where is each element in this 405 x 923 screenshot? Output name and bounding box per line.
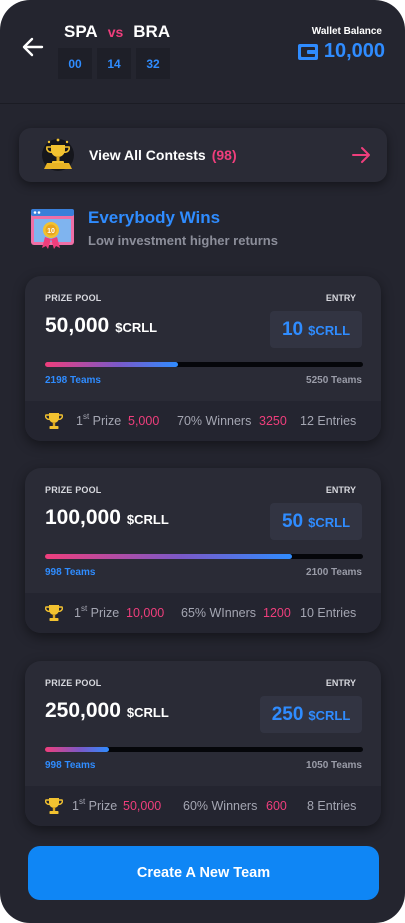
first-prize-amount: 50,000 <box>123 799 162 813</box>
team-a-name: SPA <box>64 22 98 41</box>
entry-label: ENTRY <box>325 485 356 495</box>
prize-pool-label: PRIZE POOL <box>45 678 102 688</box>
teams-joined: 998 Teams <box>45 760 96 771</box>
match-header: SPA vs BRA 00 14 32 Wallet Balance 10,00… <box>0 0 405 104</box>
first-prize-amount: 10,000 <box>126 606 165 620</box>
entry-fee-currency: $CRLL <box>308 323 351 338</box>
trophy-icon <box>45 798 63 814</box>
contest-card[interactable]: PRIZE POOL ENTRY 250,000 $CRLL 250 $CRLL… <box>25 661 381 826</box>
winners-count: 1200 <box>263 606 291 620</box>
teams-joined: 998 Teams <box>45 567 96 578</box>
entry-fee-amount: 50 <box>281 511 304 532</box>
everybody-wins-icon: 10 <box>31 209 74 249</box>
entry-label: ENTRY <box>325 678 356 688</box>
arrow-right-icon <box>352 147 370 163</box>
winners-count: 600 <box>266 799 287 813</box>
contest-footer: 1st Prize 5,000 70% Winners 3250 12 Entr… <box>25 401 381 441</box>
winners-percent: 70% Winners <box>177 414 252 428</box>
contest-footer: 1st Prize 50,000 60% Winners 600 8 Entri… <box>25 786 381 826</box>
teams-total: 1050 Teams <box>306 760 362 771</box>
entries-count: 12 Entries <box>300 414 357 428</box>
teams-total: 2100 Teams <box>306 567 362 578</box>
entry-label: ENTRY <box>325 293 356 303</box>
first-prize-label: 1st Prize <box>72 797 118 813</box>
teams-progress-fill <box>45 747 109 752</box>
wallet-balance[interactable]: 10,000 <box>297 40 385 63</box>
winners-percent: 65% WInners <box>181 606 257 620</box>
teams-progress-bar <box>45 362 363 367</box>
view-all-contests-text: View All Contests <box>89 147 206 163</box>
view-all-contests-label: View All Contests (98) <box>89 147 237 163</box>
svg-text:10: 10 <box>47 228 55 235</box>
timer-hours: 00 <box>58 48 92 79</box>
section-subtitle: Low investment higher returns <box>88 233 278 248</box>
prize-pool-amount: 250,000 <box>45 699 121 722</box>
entry-fee-button[interactable]: 10 $CRLL <box>270 311 362 348</box>
teams-progress-bar <box>45 554 363 559</box>
winners-count: 3250 <box>259 414 287 428</box>
prize-pool-amount: 50,000 <box>45 314 110 337</box>
first-prize-label: 1st Prize <box>76 412 122 428</box>
team-b-name: BRA <box>133 22 171 41</box>
entry-fee-currency: $CRLL <box>308 708 351 723</box>
entry-fee-amount: 10 <box>281 319 304 340</box>
prize-pool-value: 100,000 $CRLL <box>45 506 169 530</box>
prize-pool-currency: $CRLL <box>126 512 169 527</box>
teams-progress-bar <box>45 747 363 752</box>
entries-count: 10 Entries <box>300 606 357 620</box>
trophy-icon <box>45 413 63 429</box>
teams-progress-fill <box>45 554 292 559</box>
wallet-balance-label: Wallet Balance <box>311 26 382 37</box>
first-prize-label: 1st Prize <box>74 604 120 620</box>
view-all-contests-button[interactable]: View All Contests (98) <box>19 128 387 182</box>
contest-footer: 1st Prize 10,000 65% WInners 1200 10 Ent… <box>25 593 381 633</box>
entry-fee-button[interactable]: 250 $CRLL <box>260 696 362 733</box>
prize-pool-value: 250,000 $CRLL <box>45 699 169 723</box>
entry-fee-currency: $CRLL <box>308 515 351 530</box>
prize-pool-amount: 100,000 <box>45 506 121 529</box>
timer-minutes: 14 <box>97 48 131 79</box>
teams-progress-fill <box>45 362 179 367</box>
prize-pool-value: 50,000 $CRLL <box>45 314 157 338</box>
entry-fee-amount: 250 <box>271 704 304 725</box>
prize-pool-currency: $CRLL <box>115 320 158 335</box>
contest-card[interactable]: PRIZE POOL ENTRY 100,000 $CRLL 50 $CRLL … <box>25 468 381 633</box>
create-new-team-button[interactable]: Create A New Team <box>28 846 379 900</box>
teams-joined: 2198 Teams <box>45 375 101 386</box>
first-prize-amount: 5,000 <box>128 414 160 428</box>
entries-count: 8 Entries <box>307 799 357 813</box>
back-arrow-icon[interactable] <box>20 34 46 60</box>
prize-pool-currency: $CRLL <box>126 705 169 720</box>
teams-total: 5250 Teams <box>306 375 362 386</box>
prize-pool-label: PRIZE POOL <box>45 293 102 303</box>
wallet-icon <box>297 43 318 60</box>
prize-pool-label: PRIZE POOL <box>45 485 102 495</box>
app-screen: SPA vs BRA 00 14 32 Wallet Balance 10,00… <box>0 0 405 923</box>
trophy-badge-icon <box>42 138 74 171</box>
entry-fee-button[interactable]: 50 $CRLL <box>270 503 362 540</box>
contest-card[interactable]: PRIZE POOL ENTRY 50,000 $CRLL 10 $CRLL 2… <box>25 276 381 441</box>
timer-seconds: 32 <box>136 48 170 79</box>
contests-count: (98) <box>211 147 237 163</box>
match-teams: SPA vs BRA <box>64 22 170 42</box>
winners-percent: 60% Winners <box>183 799 258 813</box>
trophy-icon <box>45 605 63 621</box>
wallet-amount: 10,000 <box>323 40 385 62</box>
countdown-timer: 00 14 32 <box>58 48 170 79</box>
versus-label: vs <box>107 24 124 40</box>
section-title: Everybody Wins <box>88 208 221 227</box>
